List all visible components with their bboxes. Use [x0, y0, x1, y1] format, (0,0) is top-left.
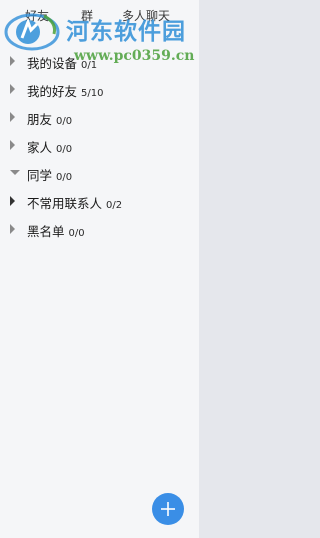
group-count: 0/0	[56, 172, 73, 183]
tab-multi-chat[interactable]: 多人聊天	[122, 8, 170, 24]
group-row-my-friends[interactable]: 我的好友 5/10	[0, 76, 199, 102]
group-name: 朋友	[27, 112, 53, 127]
plus-icon	[161, 502, 175, 516]
group-count: 0/1	[81, 60, 98, 71]
group-name: 我的好友	[27, 84, 78, 99]
contacts-panel: 好友 群 多人聊天 我的设备 0/1 我的好友 5/10 朋友 0/0 家人 0/0 同…	[0, 0, 199, 538]
collapsed-arrow-icon	[10, 56, 15, 66]
collapsed-arrow-icon	[10, 84, 15, 94]
collapsed-arrow-icon	[10, 224, 15, 234]
group-count: 5/10	[81, 88, 104, 99]
group-name: 同学	[27, 168, 53, 183]
group-count: 0/2	[106, 200, 123, 211]
tab-groups[interactable]: 群	[81, 8, 93, 24]
group-row-blacklist[interactable]: 黑名单 0/0	[0, 216, 199, 242]
chat-area	[199, 0, 292, 538]
tab-friends[interactable]: 好友	[25, 8, 49, 24]
group-row-infrequent-contacts[interactable]: 不常用联系人 0/2	[0, 188, 199, 214]
group-name: 我的设备	[27, 56, 78, 71]
group-row-my-devices[interactable]: 我的设备 0/1	[0, 48, 199, 74]
group-count: 0/0	[56, 144, 73, 155]
group-count: 0/0	[56, 116, 73, 127]
group-row-family[interactable]: 家人 0/0	[0, 132, 199, 158]
collapsed-arrow-icon	[10, 112, 15, 122]
group-name: 不常用联系人	[27, 196, 103, 211]
collapsed-arrow-icon	[10, 196, 15, 206]
add-button[interactable]	[152, 493, 184, 525]
group-row-friends[interactable]: 朋友 0/0	[0, 104, 199, 130]
expanded-arrow-icon	[10, 170, 20, 175]
group-count: 0/0	[68, 228, 85, 239]
collapsed-arrow-icon	[10, 140, 15, 150]
group-row-classmates[interactable]: 同学 0/0	[0, 160, 199, 186]
group-name: 黑名单	[27, 224, 65, 239]
group-name: 家人	[27, 140, 53, 155]
